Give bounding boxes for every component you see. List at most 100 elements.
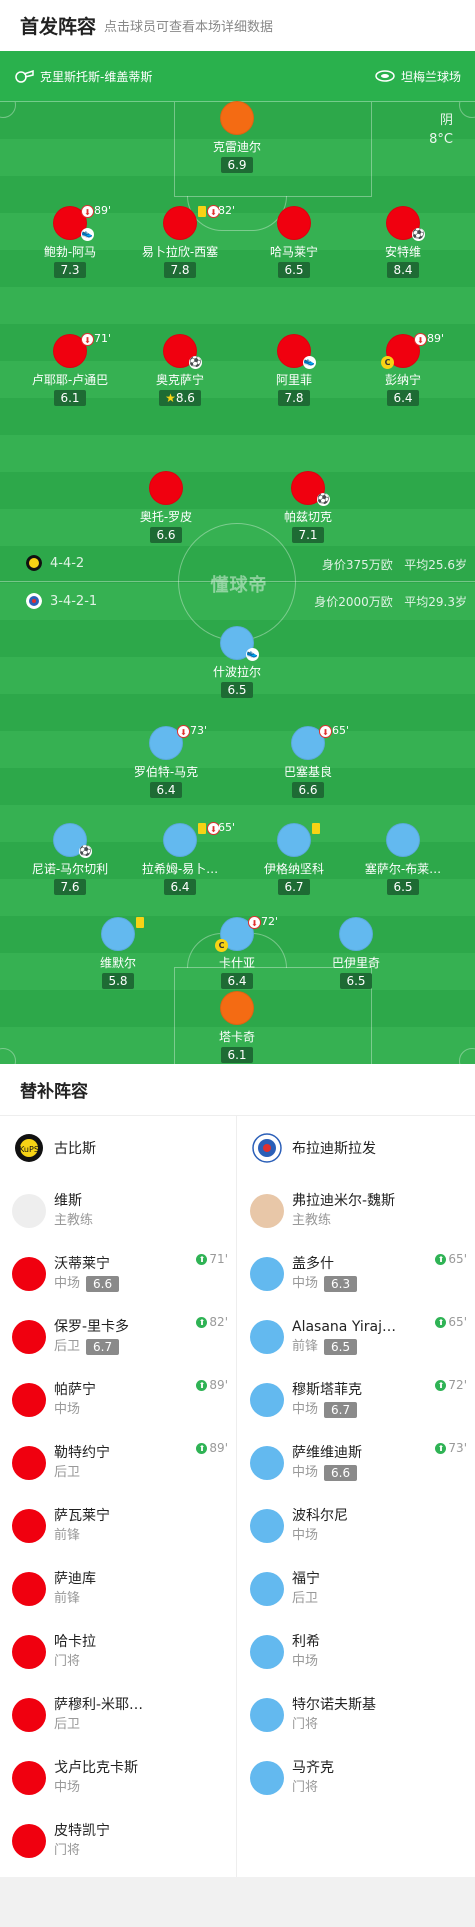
home-player[interactable]: ⚽ 安特维 8.4: [343, 206, 463, 278]
player-name: 奥克萨宁: [155, 373, 204, 387]
sub-player-row[interactable]: 沃蒂莱宁 中场 6.6 ⬆ 71': [0, 1242, 236, 1305]
home-team-name: 克里斯托斯-维盖蒂斯: [40, 69, 153, 84]
away-age: 平均29.3岁: [404, 595, 467, 609]
sub-player-row[interactable]: 皮特凯宁 门将: [0, 1809, 236, 1872]
away-player[interactable]: 👟 什波拉尔 6.5: [177, 626, 297, 698]
player-name: 穆斯塔菲克: [292, 1381, 362, 1398]
home-player[interactable]: 👟 阿里菲 7.8: [234, 334, 354, 406]
coach-avatar-icon: [250, 1193, 284, 1228]
goal-ball-icon: ⚽: [317, 493, 330, 506]
away-player[interactable]: 巴伊里奇 6.5: [296, 917, 416, 989]
player-marker: [12, 1508, 46, 1543]
sub-player-row[interactable]: 帕萨宁 中场 ⬆ 89': [0, 1368, 236, 1431]
player-rating: 7.1: [292, 527, 324, 543]
player-rating: 6.4: [164, 879, 196, 895]
player-marker: [12, 1634, 46, 1669]
home-player[interactable]: 哈马莱宁 6.5: [234, 206, 354, 278]
sub-player-row[interactable]: 福宁 后卫: [238, 1557, 475, 1620]
weather-temperature: 8°C: [429, 132, 453, 147]
home-coach-row[interactable]: 维斯 主教练: [0, 1179, 236, 1242]
sub-player-row[interactable]: 戈卢比克卡斯 中场: [0, 1746, 236, 1809]
sub-on-icon: ⬆: [196, 1316, 208, 1328]
player-position: 后卫: [54, 1716, 81, 1732]
sub-on-time: ⬆ 71': [196, 1252, 228, 1266]
sub-time: 72': [448, 1378, 467, 1392]
player-name: 彭纳宁: [384, 373, 421, 387]
home-player[interactable]: ⬇ 71' 卢耶耶-卢通巴 6.1: [10, 332, 130, 406]
player-position: 中场: [292, 1653, 319, 1669]
home-player[interactable]: ⬇ 👟 89' 鲍勃-阿马 7.3: [10, 204, 130, 278]
pitch: 克里斯托斯-维盖蒂斯 坦梅兰球场 阴 8°C 懂球帝 4-4-2 身价375万欧…: [0, 51, 475, 1064]
sub-time: 73': [448, 1441, 467, 1455]
sub-player-row[interactable]: 波科尔尼 中场: [238, 1494, 475, 1557]
coach-role: 主教练: [292, 1212, 332, 1228]
home-formation: 4-4-2: [26, 555, 84, 571]
player-position: 前锋: [54, 1527, 81, 1543]
sub-player-row[interactable]: 萨穆利-米耶… 后卫: [0, 1683, 236, 1746]
yellow-card-icon: [312, 823, 320, 834]
sub-player-row[interactable]: 哈卡拉 门将: [0, 1620, 236, 1683]
home-player[interactable]: 奥托-罗皮 6.6: [106, 471, 226, 543]
player-position: 门将: [292, 1779, 319, 1795]
player-marker: [220, 101, 254, 135]
player-marker: 👟: [220, 626, 259, 661]
away-coach-row[interactable]: 弗拉迪米尔-魏斯 主教练: [238, 1179, 475, 1242]
player-position: 前锋: [292, 1338, 319, 1354]
sub-player-row[interactable]: 萨瓦莱宁 前锋: [0, 1494, 236, 1557]
sub-on-time: ⬆ 73': [435, 1441, 467, 1455]
stadium-icon: [375, 70, 395, 82]
player-marker: [386, 823, 420, 857]
away-player[interactable]: 伊格纳坚科 6.7: [234, 823, 354, 895]
sub-player-row[interactable]: 马齐克 门将: [238, 1746, 475, 1809]
player-marker: ⬇: [163, 822, 220, 857]
player-position: 中场: [54, 1779, 81, 1795]
home-team-row[interactable]: KuPS 古比斯: [0, 1116, 236, 1179]
sub-player-row[interactable]: 特尔诺夫斯基 门将: [238, 1683, 475, 1746]
player-name: 保罗-里卡多: [54, 1318, 130, 1335]
home-player[interactable]: ⚽ 帕兹切克 7.1: [248, 471, 368, 543]
lineup-title: 首发阵容: [20, 16, 97, 38]
home-player-goalkeeper[interactable]: 克雷迪尔 6.9: [177, 101, 297, 173]
away-player[interactable]: 维默尔 5.8: [58, 917, 178, 989]
sub-player-row[interactable]: 萨维维迪斯 中场 6.6 ⬆ 73': [238, 1431, 475, 1494]
away-player[interactable]: ⚽ 尼诺-马尔切利 7.6: [10, 823, 130, 895]
player-position: 中场: [292, 1401, 319, 1417]
player-rating: 6.4: [221, 973, 253, 989]
sub-off-icon: ⬇: [319, 725, 332, 738]
sub-player-row[interactable]: 利希 中场: [238, 1620, 475, 1683]
sub-player-row[interactable]: 萨迪库 前锋: [0, 1557, 236, 1620]
player-marker: ⬇: [53, 333, 94, 368]
player-name: 拉希姆-易卜…: [141, 862, 219, 876]
away-player[interactable]: ⬇ 73' 罗伯特-马克 6.4: [106, 724, 226, 798]
player-name: 易卜拉欣-西塞: [141, 245, 219, 259]
home-player[interactable]: ⚽ 奥克萨宁 ★8.6: [120, 334, 240, 406]
sub-player-row[interactable]: Alasana Yiraj… 前锋 6.5 ⬆ 65': [238, 1305, 475, 1368]
player-name: 萨迪库: [54, 1570, 96, 1587]
away-player[interactable]: ⬇ 65' 拉希姆-易卜… 6.4: [120, 821, 240, 895]
sub-on-icon: ⬆: [435, 1253, 447, 1265]
player-position: 门将: [54, 1842, 81, 1858]
sub-player-row[interactable]: 保罗-里卡多 后卫 6.7 ⬆ 82': [0, 1305, 236, 1368]
away-player[interactable]: ⬇ 65' 巴塞基良 6.6: [248, 724, 368, 798]
sub-player-row[interactable]: 勒特约宁 后卫 ⬆ 89': [0, 1431, 236, 1494]
player-rating: 6.6: [292, 782, 324, 798]
player-position: 中场: [54, 1401, 81, 1417]
away-team-row[interactable]: 布拉迪斯拉发: [238, 1116, 475, 1179]
away-player[interactable]: 塞萨尔-布莱… 6.5: [343, 823, 463, 895]
player-marker: ⬇ C: [381, 333, 427, 369]
player-marker: [250, 1697, 284, 1732]
sub-player-row[interactable]: 穆斯塔菲克 中场 6.7 ⬆ 72': [238, 1368, 475, 1431]
home-player[interactable]: ⬇ C 89' 彭纳宁 6.4: [343, 332, 463, 406]
player-marker: [250, 1571, 284, 1606]
away-player[interactable]: ⬇ C 72' 卡什亚 6.4: [177, 915, 297, 989]
home-player[interactable]: ⬇ 82' 易卜拉欣-西塞 7.8: [120, 204, 240, 278]
sub-player-row[interactable]: 盖多什 中场 6.3 ⬆ 65': [238, 1242, 475, 1305]
player-rating: 7.3: [54, 262, 86, 278]
player-marker: 👟: [277, 334, 316, 369]
sub-on-time: ⬆ 89': [196, 1441, 228, 1455]
player-marker: [12, 1445, 46, 1480]
player-name: 巴伊里奇: [331, 956, 380, 970]
sub-on-time: ⬆ 72': [435, 1378, 467, 1392]
away-formation: 3-4-2-1: [26, 593, 97, 609]
away-player-goalkeeper[interactable]: 塔卡奇 6.1: [177, 991, 297, 1063]
